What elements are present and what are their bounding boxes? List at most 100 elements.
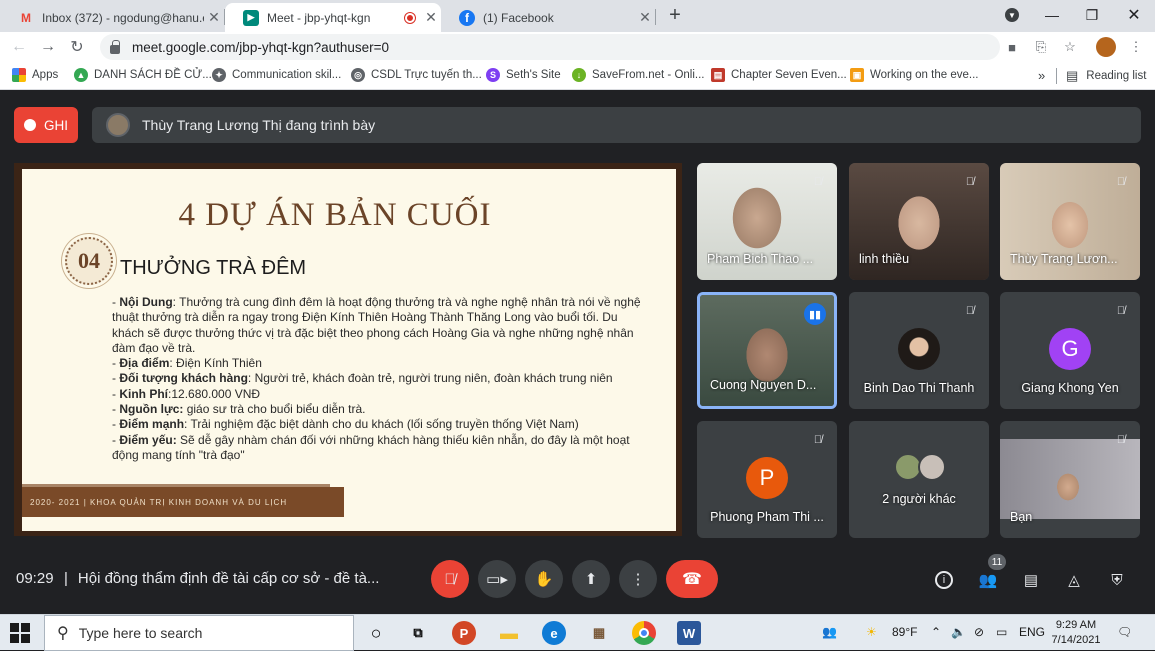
powerpoint-icon[interactable]: P xyxy=(452,621,476,645)
address-bar: ← → ↻ meet.google.com/jbp-yhqt-kgn?authu… xyxy=(0,32,1155,62)
reading-list-button[interactable]: ▤ Reading list xyxy=(1066,68,1146,84)
bookmark-item[interactable]: ▲ DANH SÁCH ĐỀ CỬ... xyxy=(74,68,212,82)
camera-toggle-button[interactable]: ▭▸ xyxy=(478,560,516,598)
more-options-button[interactable]: ⋮ xyxy=(619,560,657,598)
meet-icon: ▶ xyxy=(243,9,259,26)
restore-icon[interactable]: ❐ xyxy=(1072,0,1112,30)
network-icon[interactable]: ⊘ xyxy=(974,625,984,639)
close-tab-icon[interactable]: ✕ xyxy=(635,9,655,26)
back-icon[interactable]: ← xyxy=(8,36,30,58)
tab-facebook[interactable]: f (1) Facebook ✕ xyxy=(441,3,655,32)
more-bookmarks-button[interactable]: » xyxy=(1038,68,1045,83)
activities-button[interactable]: ◬ xyxy=(1062,568,1086,592)
mic-off-icon: 🎙̸ xyxy=(1116,176,1126,188)
new-tab-button[interactable]: + xyxy=(655,0,695,30)
mic-off-icon: 🎙̸ xyxy=(444,570,456,588)
slide-subtitle: THƯỞNG TRÀ ĐÊM xyxy=(120,257,307,279)
people-button[interactable]: 👥 xyxy=(976,568,1000,592)
hang-up-icon: ☎ xyxy=(682,571,702,588)
self-video xyxy=(1000,439,1140,519)
volume-icon[interactable]: 🔈 xyxy=(951,625,966,639)
url-text: meet.google.com/jbp-yhqt-kgn?authuser=0 xyxy=(132,39,390,55)
word-icon[interactable]: W xyxy=(677,621,701,645)
present-icon: ⬆ xyxy=(584,571,598,588)
bookmark-item[interactable]: ▣ Working on the eve... xyxy=(850,68,978,82)
mic-toggle-button[interactable]: 🎙̸ xyxy=(431,560,469,598)
present-screen-button[interactable]: ⬆ xyxy=(572,560,610,598)
tab-gmail[interactable]: M Inbox (372) - ngodung@hanu.ed ✕ xyxy=(0,3,224,32)
chrome-icon[interactable] xyxy=(632,621,656,645)
others-tile[interactable]: 2 người khác xyxy=(849,421,989,538)
minimize-icon[interactable]: — xyxy=(1032,0,1072,30)
windows-taskbar: ⚲ Type here to search ○ ⧉ P ▬ e ▦ W 👥 ☀ … xyxy=(0,614,1155,651)
windows-start-icon[interactable] xyxy=(10,623,32,643)
participant-count-badge: 11 xyxy=(988,554,1006,570)
people-tray-icon[interactable]: 👥 xyxy=(822,625,837,639)
chat-button[interactable]: ▤ xyxy=(1019,568,1043,592)
task-view-icon[interactable]: ⧉ xyxy=(406,621,430,645)
participant-tile[interactable]: 🎙̸ Pham Bich Thao ... xyxy=(697,163,837,280)
shield-lock-icon: ⛨ xyxy=(1111,571,1123,589)
raise-hand-button[interactable]: ✋ xyxy=(525,560,563,598)
slide-line: - Nội Dung: Thưởng trà cung đình đêm là … xyxy=(112,295,641,355)
close-window-icon[interactable]: ✕ xyxy=(1114,0,1154,30)
hand-icon: ✋ xyxy=(534,571,554,588)
close-tab-icon[interactable]: ✕ xyxy=(421,9,441,26)
app-icon[interactable]: ▦ xyxy=(587,621,611,645)
participant-tile-active-speaker[interactable]: ▮▮ Cuong Nguyen D... xyxy=(697,292,837,409)
others-avatars xyxy=(894,453,948,481)
camera-icon[interactable]: ■ xyxy=(1002,37,1022,57)
slide-line: - Điểm yếu: Sẽ dễ gây nhàm chán đối với … xyxy=(112,432,630,462)
meeting-details-button[interactable]: i xyxy=(932,568,956,592)
bookmark-apps[interactable]: Apps xyxy=(12,68,58,82)
slide-line: - Điểm mạnh: Trải nghiệm đặc biệt dành c… xyxy=(112,417,579,432)
language-indicator[interactable]: ENG xyxy=(1019,625,1045,639)
reload-icon[interactable]: ↻ xyxy=(66,36,88,58)
system-clock[interactable]: 9:29 AM 7/14/2021 xyxy=(1050,618,1102,648)
participant-tile[interactable]: 🎙̸ Binh Dao Thi Thanh xyxy=(849,292,989,409)
edge-icon[interactable]: e xyxy=(542,621,566,645)
bookmark-item[interactable]: ◎ CSDL Trực tuyến th... xyxy=(351,68,482,82)
menu-kebab-icon[interactable]: ⋮ xyxy=(1126,37,1146,57)
mic-off-icon: 🎙̸ xyxy=(1116,305,1126,317)
file-explorer-icon[interactable]: ▬ xyxy=(497,621,521,645)
taskbar-search-box[interactable]: ⚲ Type here to search xyxy=(44,615,354,651)
participant-tile[interactable]: 🎙̸ Thùy Trang Lươn... xyxy=(1000,163,1140,280)
bookmark-star-icon[interactable]: ☆ xyxy=(1060,37,1080,57)
bookmark-item[interactable]: ↓ SaveFrom.net - Onli... xyxy=(572,68,704,82)
participant-tile[interactable]: 🎙̸ linh thiều xyxy=(849,163,989,280)
notifications-icon[interactable]: 🗨 xyxy=(1117,625,1132,639)
presentation-screen[interactable]: 4 DỰ ÁN BẢN CUỐI 04 THƯỞNG TRÀ ĐÊM - Nội… xyxy=(14,163,682,536)
close-tab-icon[interactable]: ✕ xyxy=(204,9,224,26)
forward-icon[interactable]: → xyxy=(37,36,59,58)
slide: 4 DỰ ÁN BẢN CUỐI 04 THƯỞNG TRÀ ĐÊM - Nội… xyxy=(22,169,676,531)
cortana-icon[interactable]: ○ xyxy=(364,621,388,645)
mic-off-icon: 🎙̸ xyxy=(813,176,823,188)
slide-line: - Kinh Phí:12.680.000 VNĐ xyxy=(112,386,261,401)
record-button[interactable]: GHI xyxy=(14,107,78,143)
tab-search-icon[interactable]: ▼ xyxy=(992,0,1032,30)
profile-avatar[interactable] xyxy=(1096,37,1116,57)
bookmark-item[interactable]: S Seth's Site xyxy=(486,68,561,82)
people-icon: 👥 xyxy=(978,572,998,589)
show-hidden-icons[interactable]: ⌃ xyxy=(931,625,941,639)
tab-bar: M Inbox (372) - ngodung@hanu.ed ✕ ▶ Meet… xyxy=(0,0,1155,32)
reading-list-icon: ▤ xyxy=(1066,68,1079,83)
url-field[interactable]: meet.google.com/jbp-yhqt-kgn?authuser=0 xyxy=(100,34,1000,60)
host-controls-button[interactable]: ⛨ xyxy=(1105,568,1129,592)
weather-temperature[interactable]: 89°F xyxy=(892,625,917,639)
participant-tile[interactable]: P 🎙̸ Phuong Pham Thi ... xyxy=(697,421,837,538)
participant-photo-avatar xyxy=(898,328,940,370)
slide-line: - Địa điểm: Điện Kính Thiên xyxy=(112,356,262,371)
meeting-controls: 09:29 | Hội đồng thẩm định đề tài cấp cơ … xyxy=(0,546,1155,614)
bookmark-item[interactable]: ▤ Chapter Seven Even... xyxy=(711,68,847,82)
battery-icon[interactable]: ▭ xyxy=(996,625,1007,639)
bookmark-item[interactable]: ✦ Communication skil... xyxy=(212,68,341,82)
search-icon: ⚲ xyxy=(57,625,69,642)
translate-icon[interactable]: ⎘ xyxy=(1031,37,1051,57)
participant-tile[interactable]: G 🎙̸ Giang Khong Yen xyxy=(1000,292,1140,409)
tab-meet[interactable]: ▶ Meet - jbp-yhqt-kgn ✕ xyxy=(225,3,441,32)
download-arrow-icon: ↓ xyxy=(572,68,586,82)
leave-call-button[interactable]: ☎ xyxy=(666,560,718,598)
self-tile[interactable]: 🎙̸ Bạn xyxy=(1000,421,1140,538)
